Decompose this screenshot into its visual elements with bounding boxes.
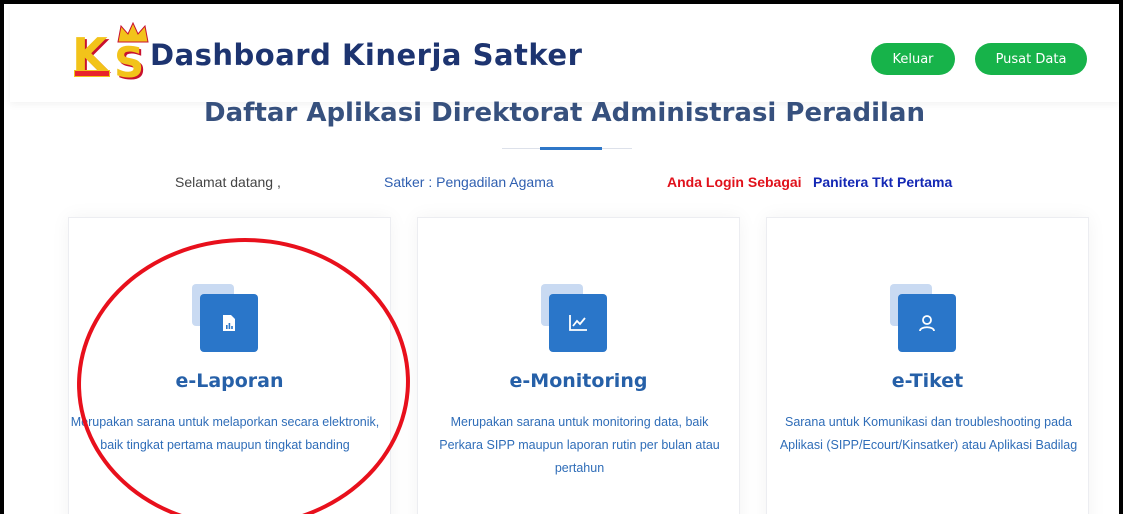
top-header: K S Dashboard Kinerja Satker Keluar Pusa… xyxy=(10,4,1119,102)
card-title[interactable]: e-Laporan xyxy=(69,370,390,392)
card-title[interactable]: e-Monitoring xyxy=(418,370,739,392)
page-content: K S Dashboard Kinerja Satker Keluar Pusa… xyxy=(10,4,1119,514)
card-title[interactable]: e-Tiket xyxy=(767,370,1088,392)
card-description: Merupakan sarana untuk monitoring data, … xyxy=(439,415,720,475)
logo-ribbon xyxy=(74,70,110,77)
card-description: Sarana untuk Komunikasi dan troubleshoot… xyxy=(779,415,1078,452)
line-chart-icon xyxy=(549,294,607,352)
welcome-greeting: Selamat datang , xyxy=(175,174,281,190)
browser-viewport: K S Dashboard Kinerja Satker Keluar Pusa… xyxy=(0,0,1123,514)
title-divider-accent xyxy=(540,147,602,150)
user-icon xyxy=(898,294,956,352)
app-card-e-laporan[interactable]: e-Laporan Merupakan sarana untuk melapor… xyxy=(68,217,391,514)
app-logo[interactable]: K S xyxy=(72,22,154,84)
card-icon-wrap xyxy=(890,284,960,354)
logout-button[interactable]: Keluar xyxy=(871,43,955,75)
card-icon-wrap xyxy=(541,284,611,354)
data-center-button[interactable]: Pusat Data xyxy=(975,43,1087,75)
welcome-bar: Selamat datang , Satker : Pengadilan Aga… xyxy=(10,172,1119,194)
logo-letter-s: S xyxy=(114,38,145,87)
report-document-icon xyxy=(200,294,258,352)
app-title: Dashboard Kinerja Satker xyxy=(150,38,583,72)
card-description: Merupakan sarana untuk melaporkan secara… xyxy=(70,415,380,452)
app-card-e-monitoring[interactable]: e-Monitoring Merupakan sarana untuk moni… xyxy=(417,217,740,514)
welcome-login-prefix: Anda Login Sebagai xyxy=(667,174,802,190)
card-icon-wrap xyxy=(192,284,262,354)
welcome-satker: Satker : Pengadilan Agama xyxy=(384,174,554,190)
welcome-role: Panitera Tkt Pertama xyxy=(813,174,953,190)
section-title: Daftar Aplikasi Direktorat Administrasi … xyxy=(204,98,925,128)
app-card-e-tiket[interactable]: e-Tiket Sarana untuk Komunikasi dan trou… xyxy=(766,217,1089,514)
